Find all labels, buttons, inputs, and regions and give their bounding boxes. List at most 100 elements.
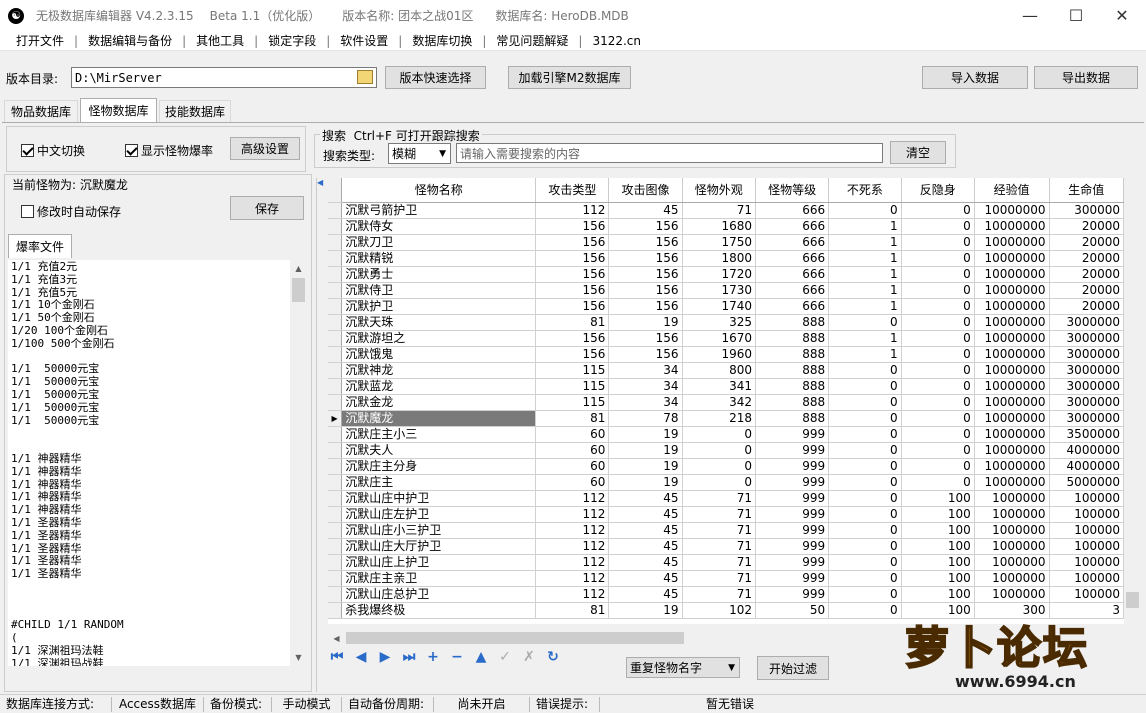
table-cell[interactable]: 100 — [901, 554, 975, 571]
table-cell[interactable]: 888 — [755, 394, 830, 411]
table-cell[interactable]: 0 — [901, 362, 975, 379]
table-cell[interactable]: 45 — [608, 538, 683, 555]
table-cell[interactable]: 0 — [901, 474, 975, 491]
table-cell[interactable]: 666 — [755, 218, 830, 235]
table-cell[interactable]: 沉默夫人 — [341, 442, 537, 459]
table-cell[interactable]: 156 — [608, 266, 683, 283]
table-cell[interactable]: 999 — [755, 442, 830, 459]
table-cell[interactable]: 沉默庄主亲卫 — [341, 570, 537, 587]
table-cell[interactable]: 0 — [901, 394, 975, 411]
close-icon[interactable]: ✕ — [1099, 0, 1145, 31]
table-cell[interactable]: 112 — [535, 538, 610, 555]
table-cell[interactable]: 666 — [755, 282, 830, 299]
table-cell[interactable]: 10000000 — [974, 410, 1050, 427]
table-cell[interactable]: 156 — [535, 346, 610, 363]
table-cell[interactable]: 78 — [608, 410, 683, 427]
table-cell[interactable]: 20000 — [1049, 282, 1124, 299]
table-cell[interactable]: 沉默庄主 — [341, 474, 537, 491]
table-cell[interactable]: 0 — [901, 250, 975, 267]
table-cell[interactable]: 10000000 — [974, 266, 1050, 283]
table-cell[interactable]: 0 — [828, 570, 902, 587]
menu-tools[interactable]: 其他工具 — [188, 32, 252, 49]
table-cell[interactable]: 沉默弓箭护卫 — [341, 202, 537, 219]
collapse-icon[interactable]: ◀ — [317, 178, 323, 187]
table-row[interactable]: 沉默护卫 156 156 1740 666 1 0 10000000 20000 — [328, 298, 1124, 315]
table-cell[interactable]: 0 — [828, 586, 902, 603]
table-cell[interactable]: 112 — [535, 554, 610, 571]
table-cell[interactable]: 1730 — [682, 282, 757, 299]
last-record-icon[interactable]: ⏭ — [400, 648, 418, 666]
table-cell[interactable]: 71 — [682, 554, 757, 571]
table-cell[interactable]: 112 — [535, 202, 610, 219]
table-cell[interactable]: 沉默勇士 — [341, 266, 537, 283]
table-cell[interactable]: 102 — [682, 602, 757, 619]
table-cell[interactable]: 60 — [535, 474, 610, 491]
post-record-icon[interactable]: ✓ — [496, 648, 514, 666]
table-row[interactable]: ▶ 沉默魔龙 81 78 218 888 0 0 10000000 3000000 — [328, 410, 1124, 427]
filter-select[interactable]: 重复怪物名字 ▼ — [626, 657, 740, 678]
drop-file-editor[interactable]: 1/1 充值2元 1/1 充值3元 1/1 充值5元 1/1 10个金刚石 1/1 50… — [8, 260, 290, 666]
table-cell[interactable]: 666 — [755, 250, 830, 267]
table-cell[interactable]: 沉默庄主小三 — [341, 426, 537, 443]
table-cell[interactable]: 100000 — [1049, 554, 1124, 571]
table-cell[interactable]: 10000000 — [974, 474, 1050, 491]
table-row[interactable]: 沉默庄主小三 60 19 0 999 0 0 10000000 3500000 — [328, 426, 1124, 443]
row-indicator[interactable] — [328, 218, 343, 235]
delete-record-icon[interactable]: − — [448, 648, 466, 666]
table-cell[interactable]: 沉默精锐 — [341, 250, 537, 267]
row-indicator[interactable] — [328, 314, 343, 331]
table-row[interactable]: 沉默山庄上护卫 112 45 71 999 0 100 1000000 100000 — [328, 554, 1124, 571]
table-cell[interactable]: 112 — [535, 586, 610, 603]
table-cell[interactable]: 34 — [608, 378, 683, 395]
table-cell[interactable]: 沉默游坦之 — [341, 330, 537, 347]
table-cell[interactable]: 1000000 — [974, 570, 1050, 587]
table-cell[interactable]: 100000 — [1049, 570, 1124, 587]
table-cell[interactable]: 156 — [608, 298, 683, 315]
table-cell[interactable]: 沉默山庄上护卫 — [341, 554, 537, 571]
dir-input[interactable]: D:\MirServer — [71, 67, 377, 88]
row-indicator[interactable] — [328, 394, 343, 411]
table-cell[interactable]: 666 — [755, 298, 830, 315]
table-row[interactable]: 沉默弓箭护卫 112 45 71 666 0 0 10000000 300000 — [328, 202, 1124, 219]
export-button[interactable]: 导出数据 — [1034, 66, 1138, 89]
table-row[interactable]: 沉默庄主分身 60 19 0 999 0 0 10000000 4000000 — [328, 458, 1124, 475]
table-cell[interactable]: 沉默神龙 — [341, 362, 537, 379]
table-cell[interactable]: 999 — [755, 554, 830, 571]
insert-record-icon[interactable]: + — [424, 648, 442, 666]
table-cell[interactable]: 71 — [682, 570, 757, 587]
table-cell[interactable]: 666 — [755, 266, 830, 283]
search-type-select[interactable]: 模糊 ▼ — [388, 143, 451, 164]
table-cell[interactable]: 5000000 — [1049, 474, 1124, 491]
grid-vscroll[interactable] — [1124, 178, 1141, 624]
table-cell[interactable]: 341 — [682, 378, 757, 395]
table-cell[interactable]: 10000000 — [974, 282, 1050, 299]
table-cell[interactable]: 10000000 — [974, 250, 1050, 267]
table-cell[interactable]: 999 — [755, 506, 830, 523]
table-cell[interactable]: 4000000 — [1049, 442, 1124, 459]
table-cell[interactable]: 0 — [901, 442, 975, 459]
row-indicator[interactable] — [328, 346, 343, 363]
table-cell[interactable]: 20000 — [1049, 250, 1124, 267]
table-cell[interactable]: 20000 — [1049, 298, 1124, 315]
table-cell[interactable]: 71 — [682, 586, 757, 603]
table-cell[interactable]: 115 — [535, 362, 610, 379]
table-cell[interactable]: 沉默天珠 — [341, 314, 537, 331]
table-cell[interactable]: 100000 — [1049, 490, 1124, 507]
table-cell[interactable]: 100000 — [1049, 506, 1124, 523]
table-cell[interactable]: 0 — [828, 490, 902, 507]
table-cell[interactable]: 19 — [608, 474, 683, 491]
table-cell[interactable]: 60 — [535, 426, 610, 443]
table-row[interactable]: 沉默刀卫 156 156 1750 666 1 0 10000000 20000 — [328, 234, 1124, 251]
table-row[interactable]: 沉默神龙 115 34 800 888 0 0 10000000 3000000 — [328, 362, 1124, 379]
table-cell[interactable]: 0 — [828, 410, 902, 427]
table-cell[interactable]: 156 — [608, 330, 683, 347]
table-cell[interactable]: 1000000 — [974, 506, 1050, 523]
column-header[interactable]: 经验值 — [974, 178, 1050, 203]
table-row[interactable]: 沉默侍卫 156 156 1730 666 1 0 10000000 20000 — [328, 282, 1124, 299]
table-cell[interactable]: 100000 — [1049, 538, 1124, 555]
row-indicator[interactable] — [328, 522, 343, 539]
table-cell[interactable]: 0 — [901, 282, 975, 299]
table-cell[interactable]: 34 — [608, 362, 683, 379]
table-cell[interactable]: 888 — [755, 410, 830, 427]
menu-faq[interactable]: 常见问题解疑 — [488, 32, 576, 49]
